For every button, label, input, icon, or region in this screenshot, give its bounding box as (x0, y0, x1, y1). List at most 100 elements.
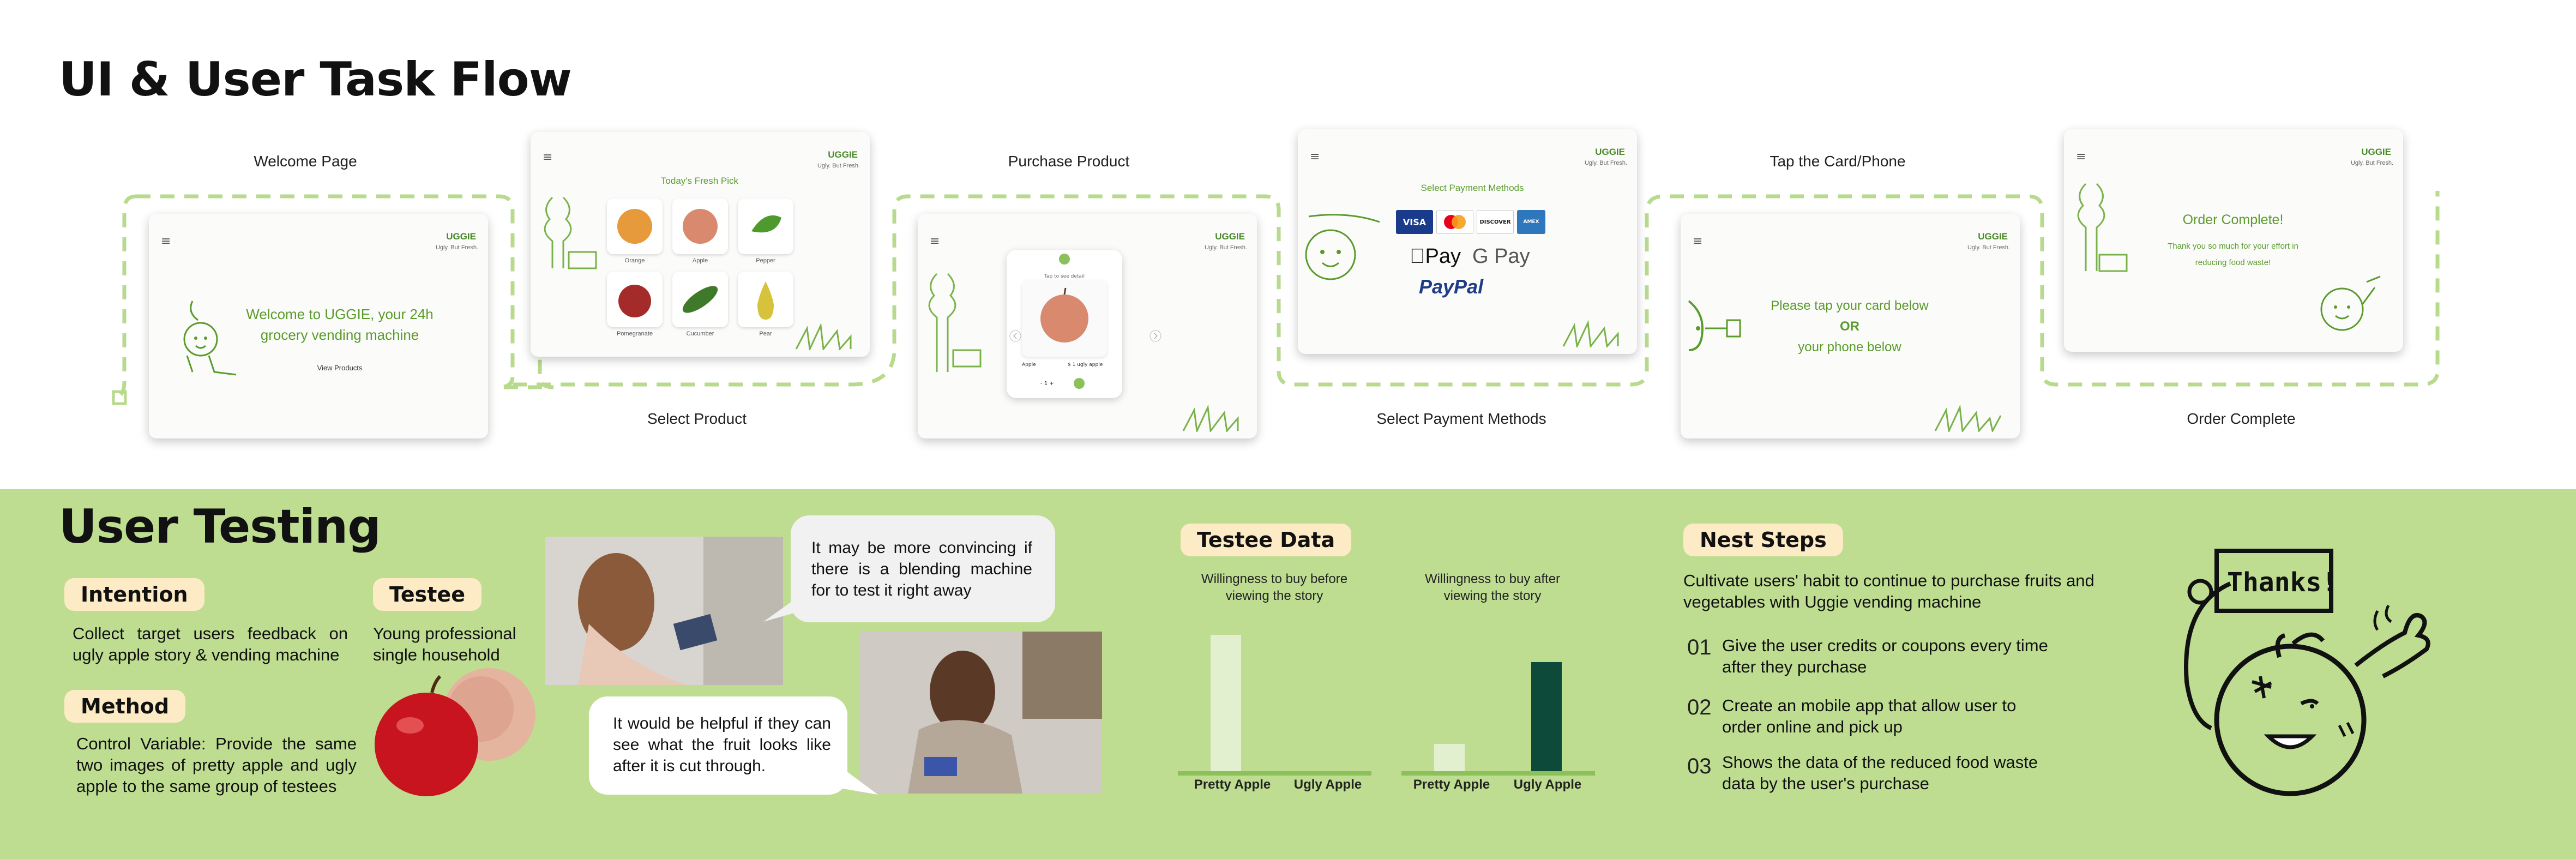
product-detail-card[interactable]: Tap to see detail Apple $ 1 ugly apple -… (1007, 250, 1122, 398)
quote-bubble-2: It would be helpful if they can see what… (589, 696, 847, 795)
next-step-text: Shows the data of the reduced food waste… (1722, 753, 2038, 793)
next-step-number: 03 (1687, 754, 1712, 778)
chart-1-category-2: Ugly Apple (1293, 777, 1362, 792)
brand-tagline: Ugly. But Fresh. (1967, 244, 2010, 251)
welcome-line-1: Welcome to UGGIE, your 24h (246, 306, 434, 322)
screen-welcome: ≡ UGGIE Ugly. But Fresh. Welcome to UGGI… (149, 214, 488, 438)
product-card-apple[interactable] (672, 199, 728, 254)
view-products-button[interactable]: View Products (280, 364, 400, 372)
product-card-pomegranate[interactable] (607, 272, 663, 327)
item-name: Apple (1022, 362, 1036, 368)
chart-1-bar-pretty-apple (1211, 635, 1241, 771)
chart-1-category-1: Pretty Apple (1194, 777, 1271, 792)
visa-card-button[interactable]: VISA (1396, 210, 1433, 234)
product-card-pepper[interactable] (738, 199, 793, 254)
product-label: Pepper (756, 257, 775, 264)
step-caption-tap: Tap the Card/Phone (1770, 153, 1906, 170)
card-title: Tap to see detail (1044, 274, 1085, 279)
tap-or: OR (1840, 319, 1859, 334)
pretty-and-ugly-apples-image (375, 668, 535, 796)
screen-select-product: ≡ UGGIE Ugly. But Fresh. Today's Fresh P… (531, 132, 870, 357)
chart-2-category-1: Pretty Apple (1413, 777, 1490, 792)
next-step-text: Give the user credits or coupons every t… (1722, 636, 2048, 676)
payment-heading: Select Payment Methods (1421, 183, 1524, 193)
screen-purchase: ≡ UGGIE Ugly. But Fresh. Tap to see deta… (918, 214, 1257, 438)
bubble-tail (763, 594, 802, 622)
apple-pay-button[interactable]: Pay (1410, 245, 1461, 268)
quantity-stepper[interactable]: - 1 + (1040, 381, 1054, 387)
brand-tagline: Ugly. But Fresh. (1204, 244, 1247, 251)
brand-logo: UGGIE (1978, 231, 2008, 242)
amex-card-button[interactable]: AMEX (1517, 210, 1545, 234)
chart-1-title: Willingness to buy before viewing the st… (1201, 572, 1348, 603)
grass-icon (1934, 405, 2002, 432)
product-card-orange[interactable] (607, 199, 663, 254)
menu-icon[interactable]: ≡ (2076, 150, 2086, 164)
discover-card-button[interactable]: DISCOVER (1477, 210, 1514, 234)
thanks-apple-mascot-icon (2184, 549, 2430, 796)
step-caption-welcome: Welcome Page (254, 153, 357, 170)
bubble-tail (840, 766, 878, 795)
grass-icon (1562, 320, 1619, 347)
step-caption-complete: Order Complete (2187, 410, 2296, 427)
step-caption-payment: Select Payment Methods (1376, 410, 1546, 427)
next-steps-intro: Cultivate users' habit to continue to pu… (1683, 571, 2094, 611)
celebrating-mascot-icon (2320, 275, 2381, 331)
chart-2-title: Willingness to buy after viewing the sto… (1424, 572, 1561, 603)
product-label: Pomegranate (616, 331, 653, 337)
step-caption-select: Select Product (647, 410, 747, 427)
brand-logo: UGGIE (446, 231, 476, 242)
menu-icon[interactable]: ≡ (543, 151, 552, 164)
product-label: Cucumber (686, 331, 714, 337)
grass-icon (1182, 405, 1239, 432)
close-icon[interactable] (1058, 253, 1070, 265)
broccoli-mascot-icon (2077, 183, 2128, 272)
brand-tagline: Ugly. But Fresh. (435, 244, 478, 251)
add-to-cart-icon[interactable] (1073, 377, 1085, 389)
next-step-number: 01 (1687, 635, 1712, 659)
product-card-cucumber[interactable] (672, 272, 728, 327)
screen-order-complete: ≡ UGGIE Ugly. But Fresh. Order Complete!… (2064, 129, 2403, 352)
brand-tagline: Ugly. But Fresh. (817, 163, 860, 169)
intention-text: Collect target users feedback on ugly ap… (73, 624, 348, 664)
next-arrow-icon[interactable] (1149, 330, 1161, 342)
product-label: Apple (692, 257, 708, 264)
menu-icon[interactable]: ≡ (1693, 235, 1702, 248)
quote-bubble-1: It may be more convincing if there is a … (791, 515, 1055, 622)
paypal-button[interactable]: PayPal (1419, 275, 1483, 298)
mastercard-card-button[interactable] (1436, 210, 1473, 234)
broccoli-mascot-icon (928, 273, 982, 372)
method-text: Control Variable: Provide the same two i… (76, 734, 357, 796)
prev-arrow-icon[interactable] (1009, 330, 1021, 342)
brand-logo: UGGIE (828, 149, 858, 160)
menu-icon[interactable]: ≡ (930, 235, 940, 248)
brand-logo: UGGIE (1595, 147, 1625, 157)
user-testing-title: User Testing (59, 500, 381, 554)
next-steps-label: Nest Steps (1683, 524, 1843, 556)
thanks-sign: Thanks! (2227, 567, 2338, 598)
mastercard-icon (1444, 215, 1466, 229)
brand-logo: UGGIE (2361, 147, 2391, 157)
method-label: Method (64, 690, 186, 723)
fresh-pick-heading: Today's Fresh Pick (660, 176, 739, 186)
tap-instruction-line-1: Please tap your card below (1771, 298, 1929, 313)
brand-tagline: Ugly. But Fresh. (1584, 160, 1627, 166)
menu-icon[interactable]: ≡ (161, 235, 171, 248)
brand-logo: UGGIE (1215, 231, 1245, 242)
menu-icon[interactable]: ≡ (1310, 150, 1320, 164)
brand-tagline: Ugly. But Fresh. (2350, 160, 2393, 166)
tap-instruction-line-2: your phone below (1798, 340, 1901, 355)
product-card-pear[interactable] (738, 272, 793, 327)
product-label: Orange (624, 257, 645, 264)
testee-data-label: Testee Data (1181, 524, 1352, 556)
apple-tap-mascot-icon (1688, 300, 1741, 351)
broccoli-mascot-icon (544, 196, 597, 269)
apple-mascot-icon (1305, 214, 1380, 280)
google-pay-button[interactable]: G Pay (1472, 245, 1530, 268)
step-caption-purchase: Purchase Product (1008, 153, 1130, 170)
intention-label: Intention (64, 578, 204, 611)
chart-2-bar-pretty-apple (1434, 744, 1465, 771)
product-image (1022, 280, 1107, 357)
thank-you-line-1: Thank you so much for your effort in (2168, 242, 2298, 251)
user-testing-photo-1 (545, 537, 783, 685)
